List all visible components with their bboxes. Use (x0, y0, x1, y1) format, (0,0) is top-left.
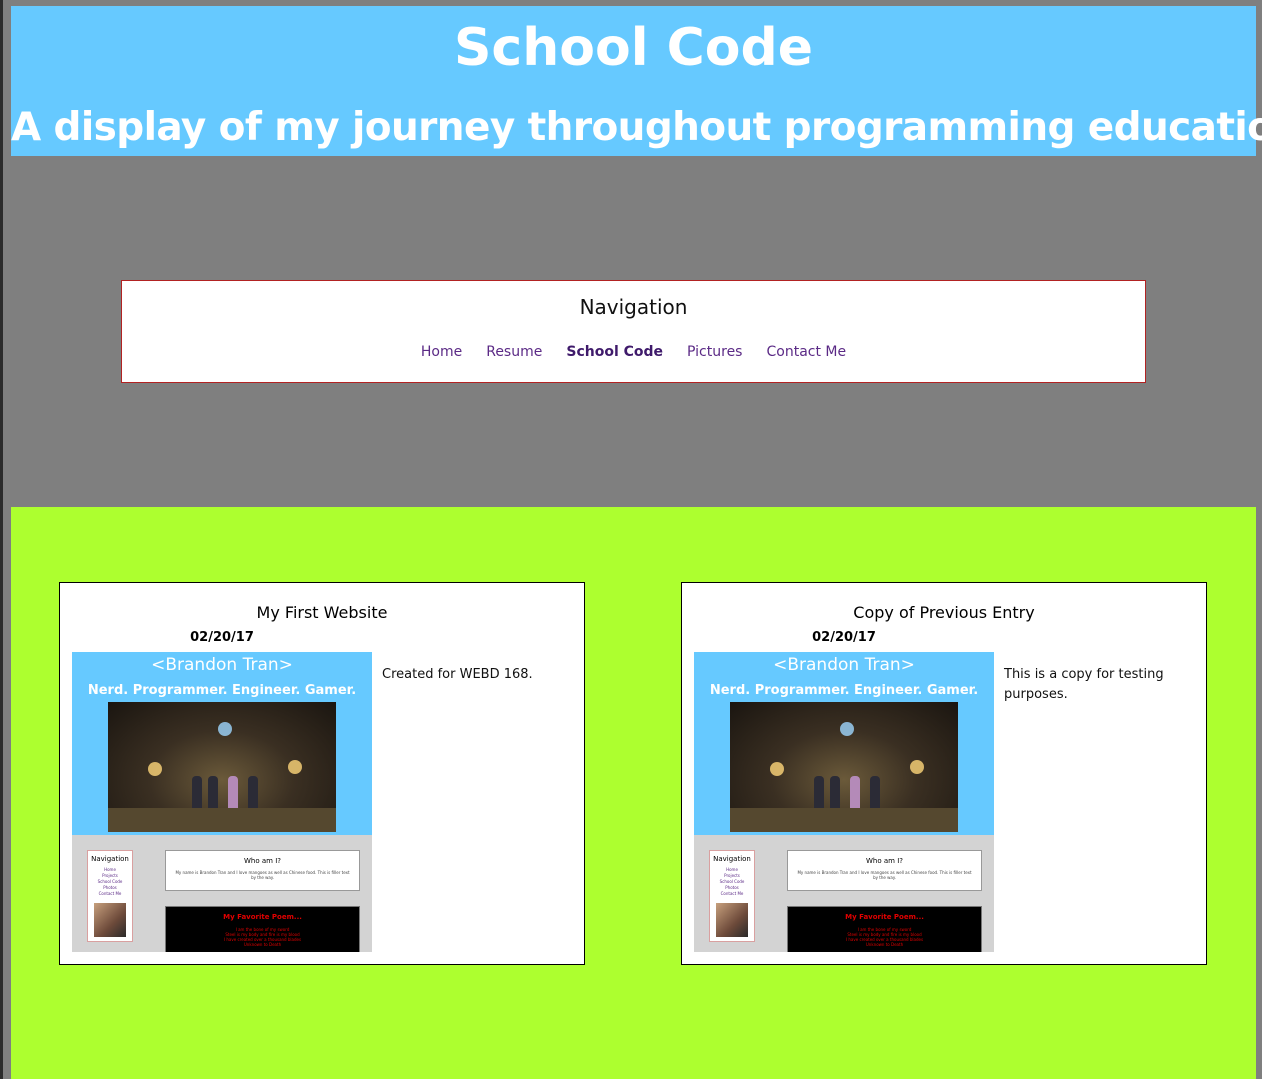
navigation-box: Navigation Home Resume School Code Pictu… (121, 280, 1146, 383)
content-area: My First Website 02/20/17 <Brandon Tran>… (11, 507, 1256, 1079)
page-title: School Code (453, 18, 814, 78)
entry-title: Copy of Previous Entry (853, 603, 1035, 622)
website-screenshot-thumbnail[interactable]: <Brandon Tran> Nerd. Programmer. Enginee… (72, 652, 372, 952)
thumbnail-poem: My Favorite Poem... I am the bone of my … (165, 906, 360, 952)
page-header: School Code A display of my journey thro… (11, 6, 1262, 156)
thumbnail-who-am-i: Who am I? My name is Brandon Tran and I … (165, 850, 360, 891)
nav-link-home[interactable]: Home (421, 344, 462, 360)
nav-link-contact-me[interactable]: Contact Me (766, 344, 846, 360)
thumbnail-avatar (716, 903, 748, 937)
nav-link-pictures[interactable]: Pictures (687, 344, 742, 360)
thumbnail-tagline: Nerd. Programmer. Engineer. Gamer. (709, 683, 979, 698)
thumbnail-navigation: Navigation Home Projects School Code Pho… (709, 850, 755, 942)
thumbnail-avatar (94, 903, 126, 937)
thumbnail-game-image (108, 702, 336, 832)
website-screenshot-thumbnail[interactable]: <Brandon Tran> Nerd. Programmer. Enginee… (694, 652, 994, 952)
thumbnail-header: <Brandon Tran> Nerd. Programmer. Enginee… (694, 652, 994, 835)
entry-card: My First Website 02/20/17 <Brandon Tran>… (59, 582, 585, 965)
thumbnail-name: <Brandon Tran> (773, 655, 915, 675)
thumbnail-header: <Brandon Tran> Nerd. Programmer. Enginee… (72, 652, 372, 835)
thumbnail-game-image (730, 702, 958, 832)
thumbnail-tagline: Nerd. Programmer. Engineer. Gamer. (87, 683, 357, 698)
thumbnail-navigation: Navigation Home Projects School Code Pho… (87, 850, 133, 942)
page-subtitle: A display of my journey throughout progr… (11, 105, 1262, 150)
thumbnail-poem: My Favorite Poem... I am the bone of my … (787, 906, 982, 952)
thumbnail-who-am-i: Who am I? My name is Brandon Tran and I … (787, 850, 982, 891)
nav-link-school-code[interactable]: School Code (566, 344, 663, 360)
thumbnail-name: <Brandon Tran> (151, 655, 293, 675)
nav-link-resume[interactable]: Resume (486, 344, 542, 360)
entry-card: Copy of Previous Entry 02/20/17 <Brandon… (681, 582, 1207, 965)
entry-description: This is a copy for testing purposes. (1004, 667, 1164, 702)
entry-title: My First Website (256, 603, 388, 622)
navigation-links: Home Resume School Code Pictures Contact… (122, 344, 1145, 360)
entry-date: 02/20/17 (190, 630, 254, 645)
entry-date: 02/20/17 (812, 630, 876, 645)
navigation-title: Navigation (579, 295, 688, 319)
entry-description: Created for WEBD 168. (382, 667, 533, 682)
window-edge (0, 0, 3, 1079)
